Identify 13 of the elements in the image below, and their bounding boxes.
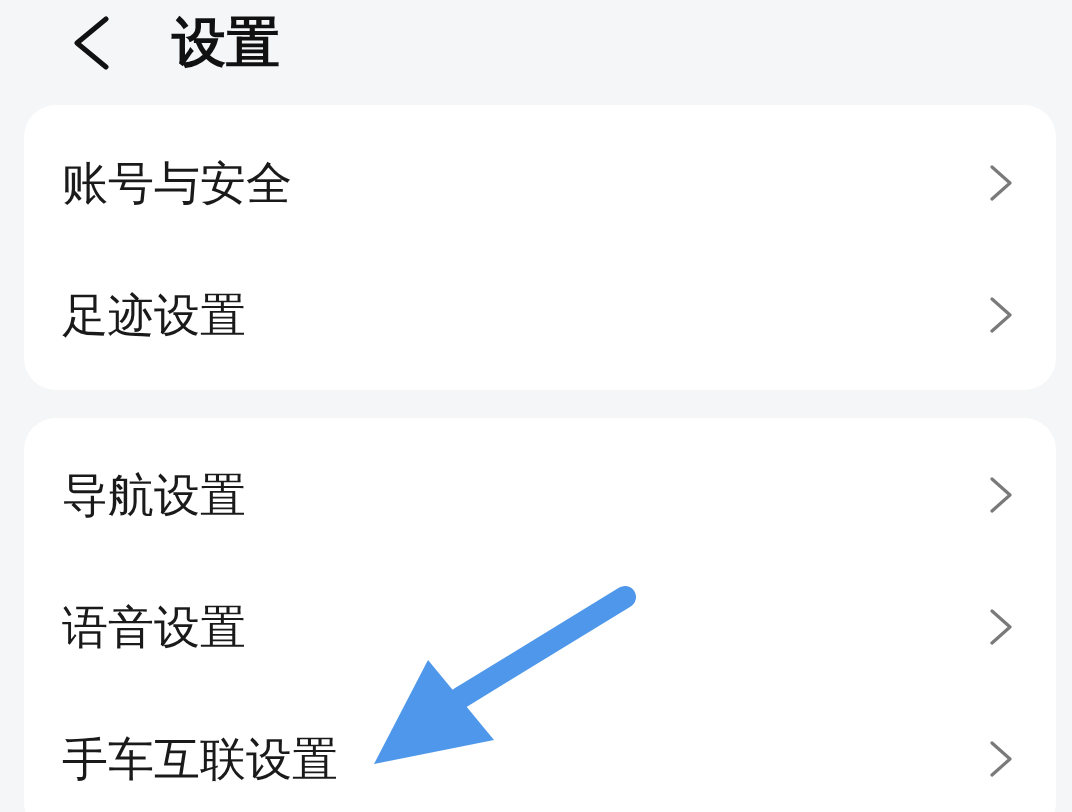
- back-button[interactable]: [72, 16, 110, 70]
- settings-item[interactable]: 账号与安全: [24, 117, 1056, 249]
- settings-item[interactable]: 足迹设置: [24, 249, 1056, 381]
- chevron-right-icon: [990, 741, 1012, 777]
- settings-item[interactable]: 语音设置: [24, 561, 1056, 693]
- chevron-left-icon: [72, 16, 110, 70]
- chevron-right-icon: [990, 477, 1012, 513]
- page-title: 设置: [172, 16, 280, 70]
- chevron-right-icon: [990, 609, 1012, 645]
- settings-item[interactable]: 导航设置: [24, 429, 1056, 561]
- chevron-right-icon: [990, 165, 1012, 201]
- settings-item[interactable]: 手车互联设置: [24, 693, 1056, 812]
- chevron-right-icon: [990, 297, 1012, 333]
